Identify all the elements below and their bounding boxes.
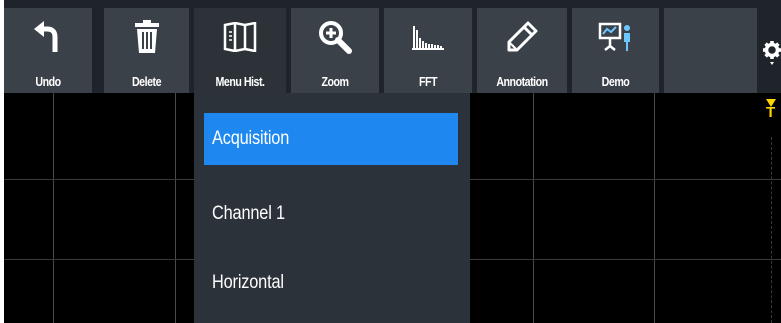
menu-item-label: Channel 1 [212, 203, 285, 224]
menu-item-channel-1[interactable]: Channel 1 [204, 188, 458, 240]
annotation-button[interactable]: Annotation [477, 8, 567, 93]
annotation-label: Annotation [496, 74, 548, 89]
menu-history-button[interactable]: Menu Hist. [194, 8, 286, 93]
magnifier-plus-icon [291, 18, 379, 56]
trigger-position-line [771, 137, 772, 323]
menu-history-icon [194, 18, 286, 56]
gear-icon [763, 41, 781, 65]
demo-presenter-icon [572, 18, 659, 56]
delete-button[interactable]: Delete [104, 8, 189, 93]
menu-history-dropdown: Acquisition Channel 1 Horizontal [194, 93, 470, 323]
empty-toolbar-slot[interactable] [664, 8, 757, 93]
grid-line [53, 93, 54, 323]
demo-button[interactable]: Demo [572, 8, 659, 93]
fft-label: FFT [418, 74, 438, 89]
trash-icon [104, 18, 189, 56]
delete-label: Delete [131, 74, 162, 89]
menu-item-horizontal[interactable]: Horizontal [204, 257, 458, 309]
zoom-label: Zoom [321, 74, 349, 89]
menu-item-label: Horizontal [212, 272, 284, 293]
menu-item-acquisition[interactable]: Acquisition [204, 113, 458, 165]
undo-button[interactable]: Undo [4, 8, 92, 93]
toolbar: Undo Delete Menu Hist. Zoom FFT Annotati… [4, 0, 781, 93]
oscilloscope-screen: Undo Delete Menu Hist. Zoom FFT Annotati… [4, 0, 781, 323]
menu-item-label: Acquisition [212, 128, 290, 149]
grid-line [654, 93, 655, 323]
fft-spectrum-icon [384, 18, 472, 56]
fft-button[interactable]: FFT [384, 8, 472, 93]
grid-line [533, 93, 534, 323]
undo-label: Undo [35, 74, 61, 89]
menu-history-label: Menu Hist. [215, 74, 265, 89]
trigger-label: T [766, 104, 776, 121]
grid-line [175, 93, 176, 323]
undo-arrow-icon [4, 18, 92, 56]
trigger-marker[interactable]: T [763, 93, 779, 133]
settings-gear-button[interactable] [762, 40, 781, 90]
zoom-button[interactable]: Zoom [291, 8, 379, 93]
pencil-icon [477, 18, 567, 56]
demo-label: Demo [601, 74, 630, 89]
